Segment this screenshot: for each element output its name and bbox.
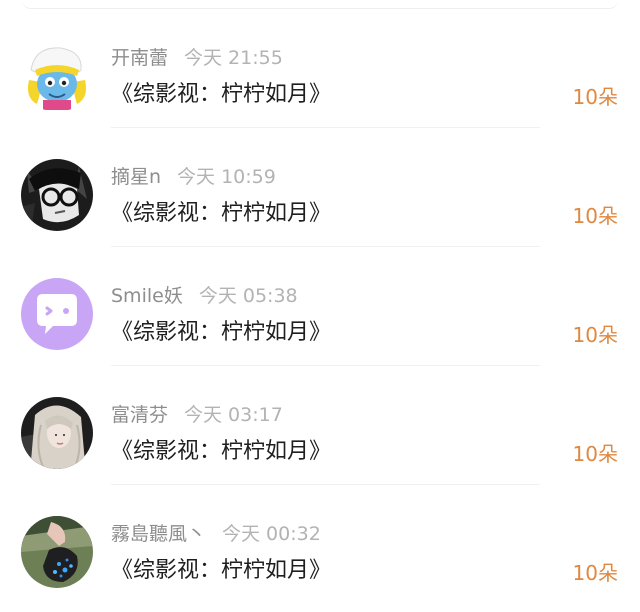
book-title[interactable]: 《综影视：柠柠如月》 — [111, 317, 331, 349]
record-meta: 霧島聽風丶 今天 00:32 — [111, 521, 321, 547]
previous-card-edge — [22, 0, 618, 9]
timestamp: 今天 21:55 — [184, 47, 283, 69]
record-meta: 富清芬 今天 03:17 — [111, 402, 283, 428]
gift-count: 10朵 — [572, 204, 618, 228]
record-meta: Smile妖 今天 05:38 — [111, 283, 298, 309]
smurf-avatar-icon[interactable] — [21, 40, 93, 112]
timestamp: 今天 10:59 — [177, 166, 276, 188]
username[interactable]: 霧島聽風丶 — [111, 523, 206, 545]
list-item[interactable]: 富清芬 今天 03:17 《综影视：柠柠如月》 10朵 — [0, 366, 640, 485]
record-meta: 开南蕾 今天 21:55 — [111, 45, 283, 71]
username[interactable]: 富清芬 — [111, 404, 168, 426]
hand-photo-avatar-icon[interactable] — [21, 516, 93, 588]
anime-glasses-avatar-icon[interactable] — [21, 159, 93, 231]
book-title[interactable]: 《综影视：柠柠如月》 — [111, 79, 331, 111]
gift-count: 10朵 — [572, 442, 618, 466]
gift-count: 10朵 — [572, 561, 618, 585]
chat-bubble-avatar-icon[interactable] — [21, 278, 93, 350]
username[interactable]: Smile妖 — [111, 285, 183, 307]
girl-portrait-avatar-icon[interactable] — [21, 397, 93, 469]
list-item[interactable]: 摘星n 今天 10:59 《综影视：柠柠如月》 10朵 — [0, 128, 640, 247]
timestamp: 今天 03:17 — [184, 404, 283, 426]
book-title[interactable]: 《综影视：柠柠如月》 — [111, 555, 331, 587]
book-title[interactable]: 《综影视：柠柠如月》 — [111, 436, 331, 468]
gift-count: 10朵 — [572, 85, 618, 109]
book-title[interactable]: 《综影视：柠柠如月》 — [111, 198, 331, 230]
list-item[interactable]: 霧島聽風丶 今天 00:32 《综影视：柠柠如月》 10朵 — [0, 485, 640, 604]
record-meta: 摘星n 今天 10:59 — [111, 164, 276, 190]
username[interactable]: 开南蕾 — [111, 47, 168, 69]
timestamp: 今天 00:32 — [222, 523, 321, 545]
list-item[interactable]: Smile妖 今天 05:38 《综影视：柠柠如月》 10朵 — [0, 247, 640, 366]
timestamp: 今天 05:38 — [198, 285, 298, 307]
gift-record-page: 开南蕾 今天 21:55 《综影视：柠柠如月》 10朵 摘星n 今天 10:59… — [0, 0, 640, 612]
list-item[interactable]: 开南蕾 今天 21:55 《综影视：柠柠如月》 10朵 — [0, 9, 640, 128]
gift-count: 10朵 — [572, 323, 618, 347]
username[interactable]: 摘星n — [111, 166, 161, 188]
